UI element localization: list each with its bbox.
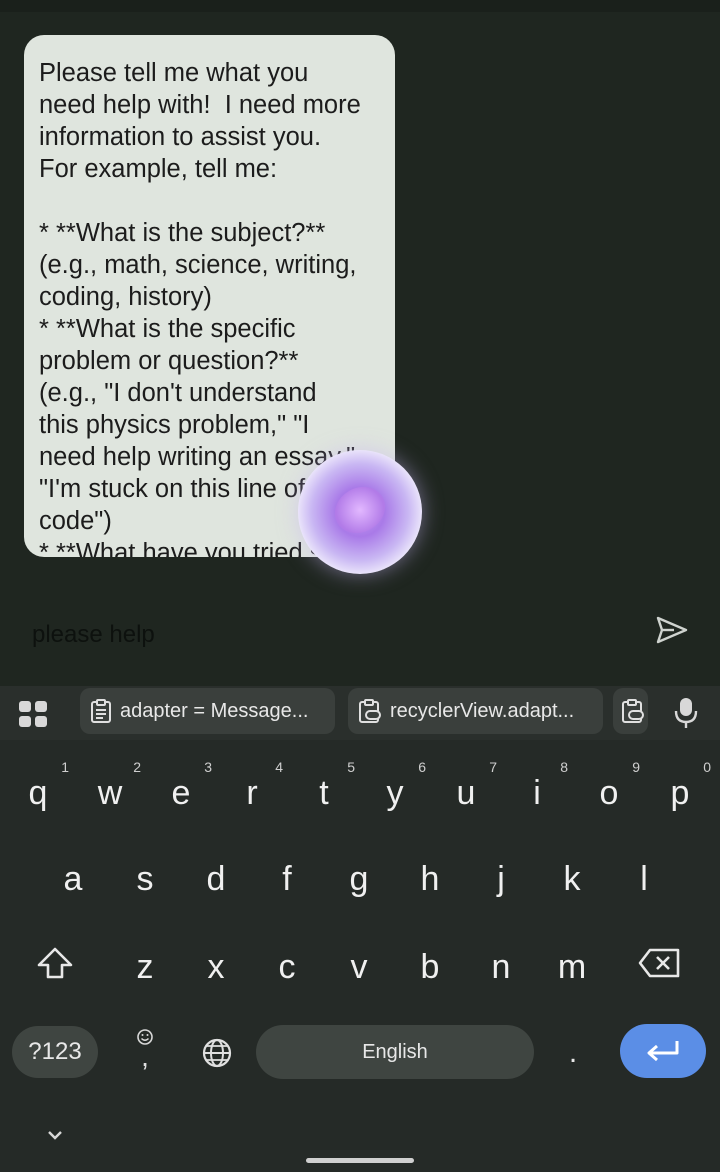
key-d[interactable]: d <box>181 844 251 914</box>
gesture-nav-handle[interactable] <box>306 1158 414 1163</box>
shift-icon <box>37 947 73 979</box>
key-r[interactable]: r4 <box>217 758 287 828</box>
message-input[interactable] <box>30 616 634 654</box>
assistant-orb-core <box>326 477 394 543</box>
key-c[interactable]: c <box>252 932 322 1002</box>
chevron-down-icon[interactable] <box>42 1122 68 1148</box>
clipboard-chip-label: adapter = Message... <box>120 699 309 722</box>
key-l[interactable]: l <box>609 844 679 914</box>
key-p[interactable]: p0 <box>645 758 715 828</box>
key-o[interactable]: o9 <box>574 758 644 828</box>
key-h[interactable]: h <box>395 844 465 914</box>
key-f[interactable]: f <box>252 844 322 914</box>
key-w[interactable]: w2 <box>75 758 145 828</box>
backspace-key[interactable] <box>624 928 694 998</box>
key-k[interactable]: k <box>537 844 607 914</box>
key-x[interactable]: x <box>181 932 251 1002</box>
apps-grid-icon[interactable] <box>16 700 50 728</box>
shift-key[interactable] <box>20 928 90 998</box>
key-n[interactable]: n <box>466 932 536 1002</box>
key-e[interactable]: e3 <box>146 758 216 828</box>
comma-label: , <box>141 1041 149 1072</box>
assistant-orb[interactable] <box>298 450 422 574</box>
message-input-row <box>0 600 720 686</box>
key-t[interactable]: t5 <box>289 758 359 828</box>
clipboard-suggestion-chip[interactable]: adapter = Message... <box>80 688 335 734</box>
key-j[interactable]: j <box>466 844 536 914</box>
clipboard-link-icon <box>359 699 381 723</box>
key-g[interactable]: g <box>324 844 394 914</box>
key-v[interactable]: v <box>324 932 394 1002</box>
key-u[interactable]: u7 <box>431 758 501 828</box>
key-b[interactable]: b <box>395 932 465 1002</box>
period-key[interactable]: . <box>558 1030 588 1076</box>
on-screen-keyboard: q1 w2 e3 r4 t5 y6 u7 i8 o9 p0 a s d f g … <box>0 740 720 1172</box>
send-icon[interactable] <box>654 612 690 648</box>
key-a[interactable]: a <box>38 844 108 914</box>
key-s[interactable]: s <box>110 844 180 914</box>
clipboard-icon <box>91 699 111 723</box>
enter-key[interactable] <box>620 1024 706 1078</box>
key-y[interactable]: y6 <box>360 758 430 828</box>
keyboard-suggestion-strip: adapter = Message... recyclerView.adapt.… <box>0 686 720 740</box>
backspace-icon <box>638 948 680 978</box>
enter-icon <box>647 1041 679 1062</box>
key-z[interactable]: z <box>110 932 180 1002</box>
clipboard-suggestion-chip-partial[interactable] <box>613 688 648 734</box>
space-key[interactable]: English <box>256 1025 534 1079</box>
status-bar-area <box>0 0 720 12</box>
clipboard-suggestion-chip[interactable]: recyclerView.adapt... <box>348 688 603 734</box>
globe-icon[interactable] <box>200 1036 234 1070</box>
key-i[interactable]: i8 <box>502 758 572 828</box>
key-m[interactable]: m <box>537 932 607 1002</box>
key-q[interactable]: q1 <box>3 758 73 828</box>
clipboard-link-icon <box>622 699 644 723</box>
symbols-key[interactable]: ?123 <box>12 1026 98 1078</box>
emoji-comma-key[interactable]: , <box>130 1026 160 1078</box>
chat-area: Please tell me what you need help with! … <box>0 0 720 600</box>
clipboard-chip-label: recyclerView.adapt... <box>390 699 575 722</box>
microphone-icon[interactable] <box>672 696 700 730</box>
